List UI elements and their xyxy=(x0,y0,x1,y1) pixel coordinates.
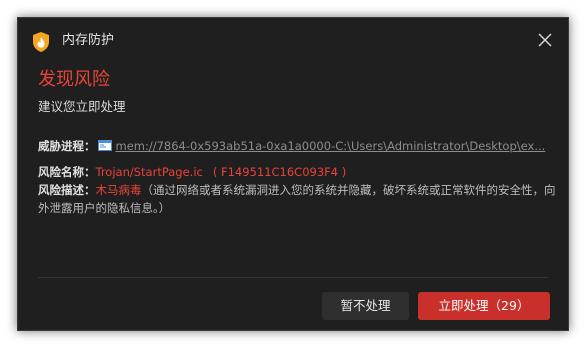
shield-flame-icon xyxy=(32,32,50,52)
close-icon[interactable] xyxy=(538,32,552,51)
alert-headline: 发现风险 xyxy=(38,69,110,90)
close-button[interactable] xyxy=(532,28,558,54)
threat-process-row: 威胁进程： mem://7864-0x593ab51a-0xa1a0000-C:… xyxy=(38,137,550,155)
risk-name-row: 风险名称：Trojan/StartPage.ic ( F149511C16C093… xyxy=(38,163,346,181)
threat-process-label: 威胁进程： xyxy=(38,139,96,153)
handle-now-button[interactable]: 立即处理（29） xyxy=(418,292,550,320)
title-bar: 内存防护 xyxy=(18,18,568,64)
risk-name-label: 风险名称： xyxy=(38,165,96,179)
divider xyxy=(38,277,548,278)
risk-description-label: 风险描述： xyxy=(38,183,96,197)
risk-hash-value: ( F149511C16C093F4 ) xyxy=(212,165,347,179)
risk-name-value: Trojan/StartPage.ic xyxy=(95,165,203,179)
alert-subline: 建议您立即处理 xyxy=(38,99,126,114)
threat-process-path-link[interactable]: mem://7864-0x593ab51a-0xa1a0000-C:\Users… xyxy=(116,139,546,153)
risk-description-row: 风险描述：木马病毒（通过网络或者系统漏洞进入您的系统并隐藏，破坏系统或正常软件的… xyxy=(38,181,558,217)
risk-type-value: 木马病毒 xyxy=(95,183,142,197)
ignore-button[interactable]: 暂不处理 xyxy=(322,292,409,320)
dialog-title: 内存防护 xyxy=(62,33,115,48)
memory-protection-dialog: 内存防护 发现风险 建议您立即处理 威胁进程： mem://7864-0x593… xyxy=(17,17,569,331)
window-icon xyxy=(97,138,112,151)
